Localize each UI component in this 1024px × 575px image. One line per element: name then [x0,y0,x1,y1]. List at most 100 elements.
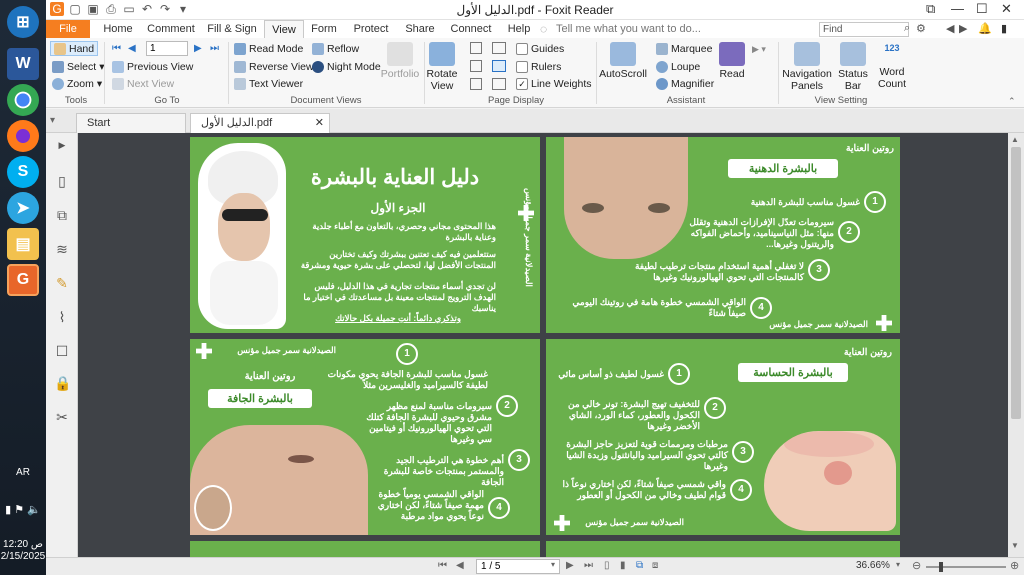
security-lock-icon[interactable]: 🔒 [54,375,71,391]
split-icon[interactable] [492,78,506,90]
status-first-page-icon[interactable]: ⏮ [438,560,447,571]
close-window-button[interactable]: ✕ [1001,1,1012,17]
start-windows-icon[interactable]: ⊞ [7,6,39,38]
ribbon-options-icon[interactable]: ⧉ [926,1,935,17]
language-indicator[interactable]: AR [0,467,46,478]
rotate-view-button[interactable]: Rotate View [426,42,458,92]
page-number-input[interactable]: 1 [146,41,188,56]
signatures-icon[interactable]: ☐ [54,343,70,359]
loupe-button[interactable]: Loupe [656,59,700,74]
tell-me-box[interactable]: Tell me what you want to do... [556,23,701,35]
read-aloud-button[interactable]: Read [716,42,748,80]
tab-comment[interactable]: Comment [144,20,198,38]
zoom-slider-handle[interactable] [939,562,943,572]
find-input[interactable]: Find [819,22,909,37]
status-bar-button[interactable]: Status Bar [834,42,872,92]
tab-protect[interactable]: Protect [348,20,394,38]
first-page-icon[interactable]: ⏮ [112,43,121,54]
scroll-down-icon[interactable]: ▼ [1011,541,1019,550]
previous-view-button[interactable]: Previous View [112,59,193,74]
line-weights-checkbox[interactable]: ✓ Line Weights [516,76,592,91]
collapse-ribbon-icon[interactable]: ⌃ [1008,96,1016,107]
reflow-button[interactable]: Reflow [312,41,359,56]
continuous-icon[interactable] [470,60,482,72]
vertical-scrollbar[interactable]: ▲ ▼ [1008,133,1024,557]
firefox-app-icon[interactable] [7,120,39,152]
pages-thumbnail-icon[interactable]: ⧉ [54,207,70,223]
scrollbar-thumb[interactable] [1011,147,1021,419]
continuous-facing-icon[interactable] [492,60,506,72]
continuous-facing-view-icon[interactable]: ⧈ [652,560,658,571]
guides-checkbox[interactable]: Guides [516,41,564,56]
skype-app-icon[interactable]: S [7,156,39,188]
user-account-icon[interactable]: ▮ [1001,22,1007,35]
zoom-percentage[interactable]: 36.66% [856,560,890,571]
search-icon[interactable]: ⌕ [904,22,910,35]
scroll-up-icon[interactable]: ▲ [1011,135,1019,144]
reverse-view-button[interactable]: Reverse View [234,59,314,74]
select-tool-button[interactable]: Select ▾ [52,59,104,74]
rulers-checkbox[interactable]: Rulers [516,59,561,74]
tab-menu-icon[interactable]: ▾ [50,115,55,126]
status-prev-page-icon[interactable]: ◀ [456,560,464,571]
clock-time[interactable]: 12:20 ص [0,539,46,550]
layers-icon[interactable]: ≋ [54,241,70,257]
telegram-app-icon[interactable]: ➤ [7,192,39,224]
tools-wrench-icon[interactable]: ✂ [54,409,70,425]
comments-icon[interactable]: ✎ [54,275,70,291]
file-explorer-icon[interactable]: ▤ [7,228,39,260]
single-page-icon[interactable] [470,42,482,54]
nav-right-icon[interactable]: ▶ [959,22,967,35]
tab-current-document[interactable]: الدليل الأول.pdf ✕ [190,113,330,133]
marquee-button[interactable]: Marquee [656,41,712,56]
word-count-button[interactable]: 123 Word Count [874,42,910,90]
zoom-slider-track[interactable] [926,566,1006,568]
bookmarks-icon[interactable]: ▯ [54,173,70,189]
document-view[interactable]: دليل العناية بالبشرة الجزء الأول هذا الم… [78,133,1008,557]
tab-fill-sign[interactable]: Fill & Sign [202,20,262,38]
tray-icons[interactable]: ▮ ⚑ 🔈 [0,503,46,516]
tab-view[interactable]: View [264,20,304,39]
next-view-button[interactable]: Next View [112,76,174,91]
tab-home[interactable]: Home [96,20,140,38]
single-view-icon[interactable]: ▯ [604,560,610,571]
night-mode-button[interactable]: Night Mode [312,59,381,74]
tab-help[interactable]: Help [504,20,534,38]
separate-cover-icon[interactable] [470,78,482,90]
status-page-indicator[interactable]: 1 / 5 [476,559,560,574]
navigation-panels-button[interactable]: Navigation Panels [782,42,832,92]
autoscroll-button[interactable]: AutoScroll [598,42,648,80]
clock-date[interactable]: 2/15/2025 [0,551,46,562]
notification-bell-icon[interactable]: 🔔 [978,22,992,35]
tab-connect[interactable]: Connect [446,20,496,38]
page-dropdown-icon[interactable]: ▾ [551,560,555,569]
chrome-app-icon[interactable] [7,84,39,116]
nav-left-icon[interactable]: ◀ [946,22,954,35]
continuous-view-icon[interactable]: ▮ [620,560,626,571]
close-tab-icon[interactable]: ✕ [315,114,324,132]
settings-gear-icon[interactable]: ⚙ [916,22,926,35]
last-page-icon[interactable]: ⏭ [210,43,219,54]
zoom-dropdown-icon[interactable]: ▾ [896,560,900,569]
zoom-out-icon[interactable]: ⊖ [912,559,921,572]
text-viewer-button[interactable]: Text Viewer [234,76,303,91]
hand-tool-button[interactable]: Hand [50,41,99,56]
foxit-app-icon[interactable]: G [7,264,39,296]
magnifier-button[interactable]: Magnifier [656,76,714,91]
maximize-button[interactable]: ☐ [976,1,988,17]
zoom-tool-button[interactable]: Zoom ▾ [52,76,102,91]
word-app-icon[interactable]: W [7,48,39,80]
minimize-button[interactable]: — [951,1,964,16]
tab-share[interactable]: Share [402,20,438,38]
tab-form[interactable]: Form [308,20,340,38]
expand-panel-icon[interactable]: ▶ [54,137,70,153]
next-page-icon[interactable]: ▶ [194,43,202,54]
facing-icon[interactable] [492,42,506,54]
prev-page-icon[interactable]: ◀ [128,43,136,54]
status-next-page-icon[interactable]: ▶ [566,560,574,571]
portfolio-button[interactable]: Portfolio [380,42,420,80]
tab-file[interactable]: File [46,20,90,38]
read-mode-button[interactable]: Read Mode [234,41,303,56]
attachments-icon[interactable]: ⌇ [54,309,70,325]
zoom-in-icon[interactable]: ⊕ [1010,559,1019,572]
